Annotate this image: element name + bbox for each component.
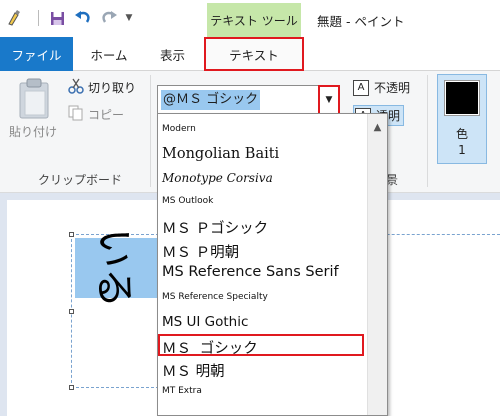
paste-button[interactable]: 貼り付け <box>9 123 57 140</box>
tab-text[interactable]: テキスト <box>204 37 304 71</box>
tab-view[interactable]: 表示 <box>145 37 200 71</box>
tab-home[interactable]: ホーム <box>73 37 145 71</box>
font-item-modern[interactable]: Modern <box>162 124 196 134</box>
font-dropdown-button[interactable]: ▼ <box>318 85 340 115</box>
dropdown-scrollbar[interactable]: ▲ <box>367 114 387 415</box>
resize-handle[interactable] <box>69 232 74 237</box>
font-item-ms-outlook[interactable]: MS Outlook <box>162 196 213 206</box>
opaque-option[interactable]: A 不透明 <box>353 79 410 96</box>
font-item-ms-mincho[interactable]: ＭＳ 明朝 <box>162 360 225 381</box>
copy-icon <box>68 105 84 124</box>
ms-gothic-highlight-box <box>158 334 364 356</box>
scroll-up-icon[interactable]: ▲ <box>368 117 387 137</box>
group-divider <box>427 75 428 187</box>
color-swatch <box>444 80 480 116</box>
copy-label: コピー <box>88 108 125 122</box>
redo-icon[interactable] <box>98 9 120 27</box>
opaque-label: 不透明 <box>374 81 411 95</box>
paste-icon[interactable] <box>17 78 53 120</box>
color1-button[interactable]: 色 1 <box>437 74 487 164</box>
font-item-ms-pgothic[interactable]: ＭＳ Ｐゴシック <box>162 217 268 238</box>
resize-handle[interactable] <box>69 309 74 314</box>
save-icon[interactable] <box>47 9 67 27</box>
customize-arrow-icon[interactable]: ▼ <box>122 9 136 27</box>
resize-handle[interactable] <box>69 385 74 390</box>
clipboard-group-label: クリップボード <box>38 173 123 187</box>
color-label: 色 <box>455 127 468 141</box>
cut-label: 切り取り <box>88 81 137 95</box>
font-item-ms-reference-specialty[interactable]: MS Reference Specialty <box>162 292 268 302</box>
font-item-ms-reference-sans-serif[interactable]: MS Reference Sans Serif <box>162 264 339 280</box>
window-title: 無題 - ペイント <box>317 14 405 29</box>
opaque-icon: A <box>353 79 369 96</box>
font-item-ms-ui-gothic[interactable]: MS UI Gothic <box>162 314 248 330</box>
canvas-text: いる <box>91 228 137 308</box>
qat-divider <box>38 10 39 26</box>
scissors-icon <box>68 78 84 97</box>
text-tools-context-tab: テキスト ツール <box>207 3 301 37</box>
group-divider <box>150 75 151 187</box>
font-item-ms-pmincho[interactable]: ＭＳ Ｐ明朝 <box>162 241 239 262</box>
font-family-value: @ＭＳ ゴシック <box>161 90 261 110</box>
font-family-combobox[interactable]: @ＭＳ ゴシック <box>157 85 340 115</box>
tab-file[interactable]: ファイル <box>0 37 73 71</box>
paint-app-icon[interactable] <box>5 9 25 27</box>
chevron-down-icon: ▼ <box>325 95 333 105</box>
font-item-mt-extra[interactable]: MT Extra <box>162 386 202 396</box>
context-tab-label: テキスト ツール <box>210 14 298 28</box>
copy-button[interactable]: コピー <box>68 105 124 124</box>
cut-button[interactable]: 切り取り <box>68 78 136 97</box>
ribbon-tab-bar: ファイル ホーム 表示 テキスト <box>0 37 500 71</box>
font-item-mongolian-baiti[interactable]: Mongolian Baiti <box>162 146 279 162</box>
title-bar: ▼ テキスト ツール 無題 - ペイント <box>0 0 500 37</box>
color-number: 1 <box>458 143 466 157</box>
font-dropdown-list[interactable]: ▲ Modern Mongolian Baiti Monotype Corsiv… <box>157 113 388 416</box>
font-item-monotype-corsiva[interactable]: Monotype Corsiva <box>162 171 273 185</box>
undo-icon[interactable] <box>72 9 94 27</box>
